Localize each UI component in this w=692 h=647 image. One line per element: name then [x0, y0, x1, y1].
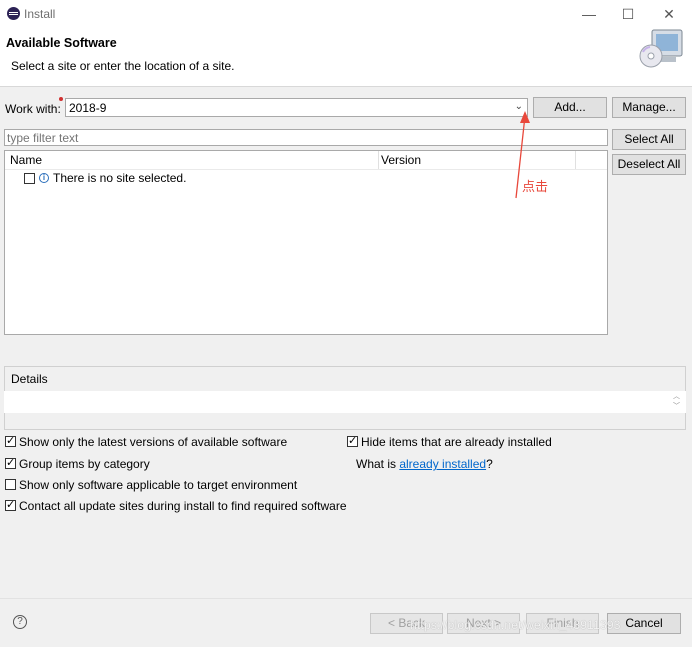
- column-header-version[interactable]: Version: [381, 151, 421, 169]
- already-installed-link[interactable]: already installed: [399, 457, 486, 471]
- footer-divider: [0, 598, 692, 599]
- install-computer-icon: [639, 29, 683, 68]
- column-header-name[interactable]: Name: [10, 151, 42, 169]
- annotation-label: 点击: [522, 179, 549, 194]
- work-with-combo[interactable]: 2018-9 ⌄: [65, 98, 528, 117]
- hide-installed-label: Hide items that are already installed: [361, 435, 552, 449]
- deselect-all-button[interactable]: Deselect All: [612, 154, 686, 175]
- target-environment-checkbox[interactable]: [5, 479, 16, 490]
- info-icon: i: [39, 173, 49, 183]
- add-button[interactable]: Add...: [533, 97, 607, 118]
- details-label: Details: [11, 372, 48, 386]
- details-text[interactable]: [4, 391, 686, 413]
- contact-sites-checkbox[interactable]: [5, 498, 16, 511]
- eclipse-icon: [7, 7, 20, 20]
- minimize-button[interactable]: —: [575, 4, 603, 24]
- column-divider[interactable]: [575, 151, 576, 169]
- group-by-category-label: Group items by category: [19, 457, 150, 471]
- column-divider[interactable]: [378, 151, 379, 169]
- tree-row-label: There is no site selected.: [53, 171, 187, 185]
- title-bar: Install — ☐ ✕: [0, 0, 692, 28]
- page-title: Available Software: [6, 36, 117, 50]
- watermark-text: https://blog.csdn.net/weixin_43911393: [410, 618, 621, 632]
- page-subtitle: Select a site or enter the location of a…: [11, 59, 235, 73]
- manage-button[interactable]: Manage...: [612, 97, 686, 118]
- close-button[interactable]: ✕: [655, 4, 683, 24]
- help-icon[interactable]: ?: [13, 615, 27, 629]
- group-by-category-checkbox[interactable]: [5, 456, 16, 469]
- latest-versions-checkbox[interactable]: [5, 434, 16, 447]
- target-environment-label: Show only software applicable to target …: [19, 478, 298, 492]
- what-is-suffix: ?: [486, 457, 493, 471]
- details-scrollbar[interactable]: ︿ ﹀: [673, 392, 683, 412]
- wizard-header: Available Software Select a site or ente…: [0, 28, 692, 87]
- work-with-label: Work with:: [5, 102, 61, 116]
- what-is-installed: What is already installed?: [356, 457, 493, 471]
- select-all-button[interactable]: Select All: [612, 129, 686, 150]
- maximize-button[interactable]: ☐: [614, 4, 642, 24]
- contact-sites-label: Contact all update sites during install …: [19, 499, 347, 513]
- work-with-value: 2018-9: [69, 101, 107, 115]
- what-is-prefix: What is: [356, 457, 400, 471]
- window-title: Install: [24, 7, 56, 21]
- scroll-down-icon[interactable]: ﹀: [673, 402, 683, 412]
- scroll-up-icon[interactable]: ︿: [673, 392, 683, 402]
- latest-versions-label: Show only the latest versions of availab…: [19, 435, 288, 449]
- hide-installed-checkbox[interactable]: [347, 434, 358, 447]
- required-marker-icon: [59, 97, 63, 101]
- row-checkbox[interactable]: [24, 173, 35, 184]
